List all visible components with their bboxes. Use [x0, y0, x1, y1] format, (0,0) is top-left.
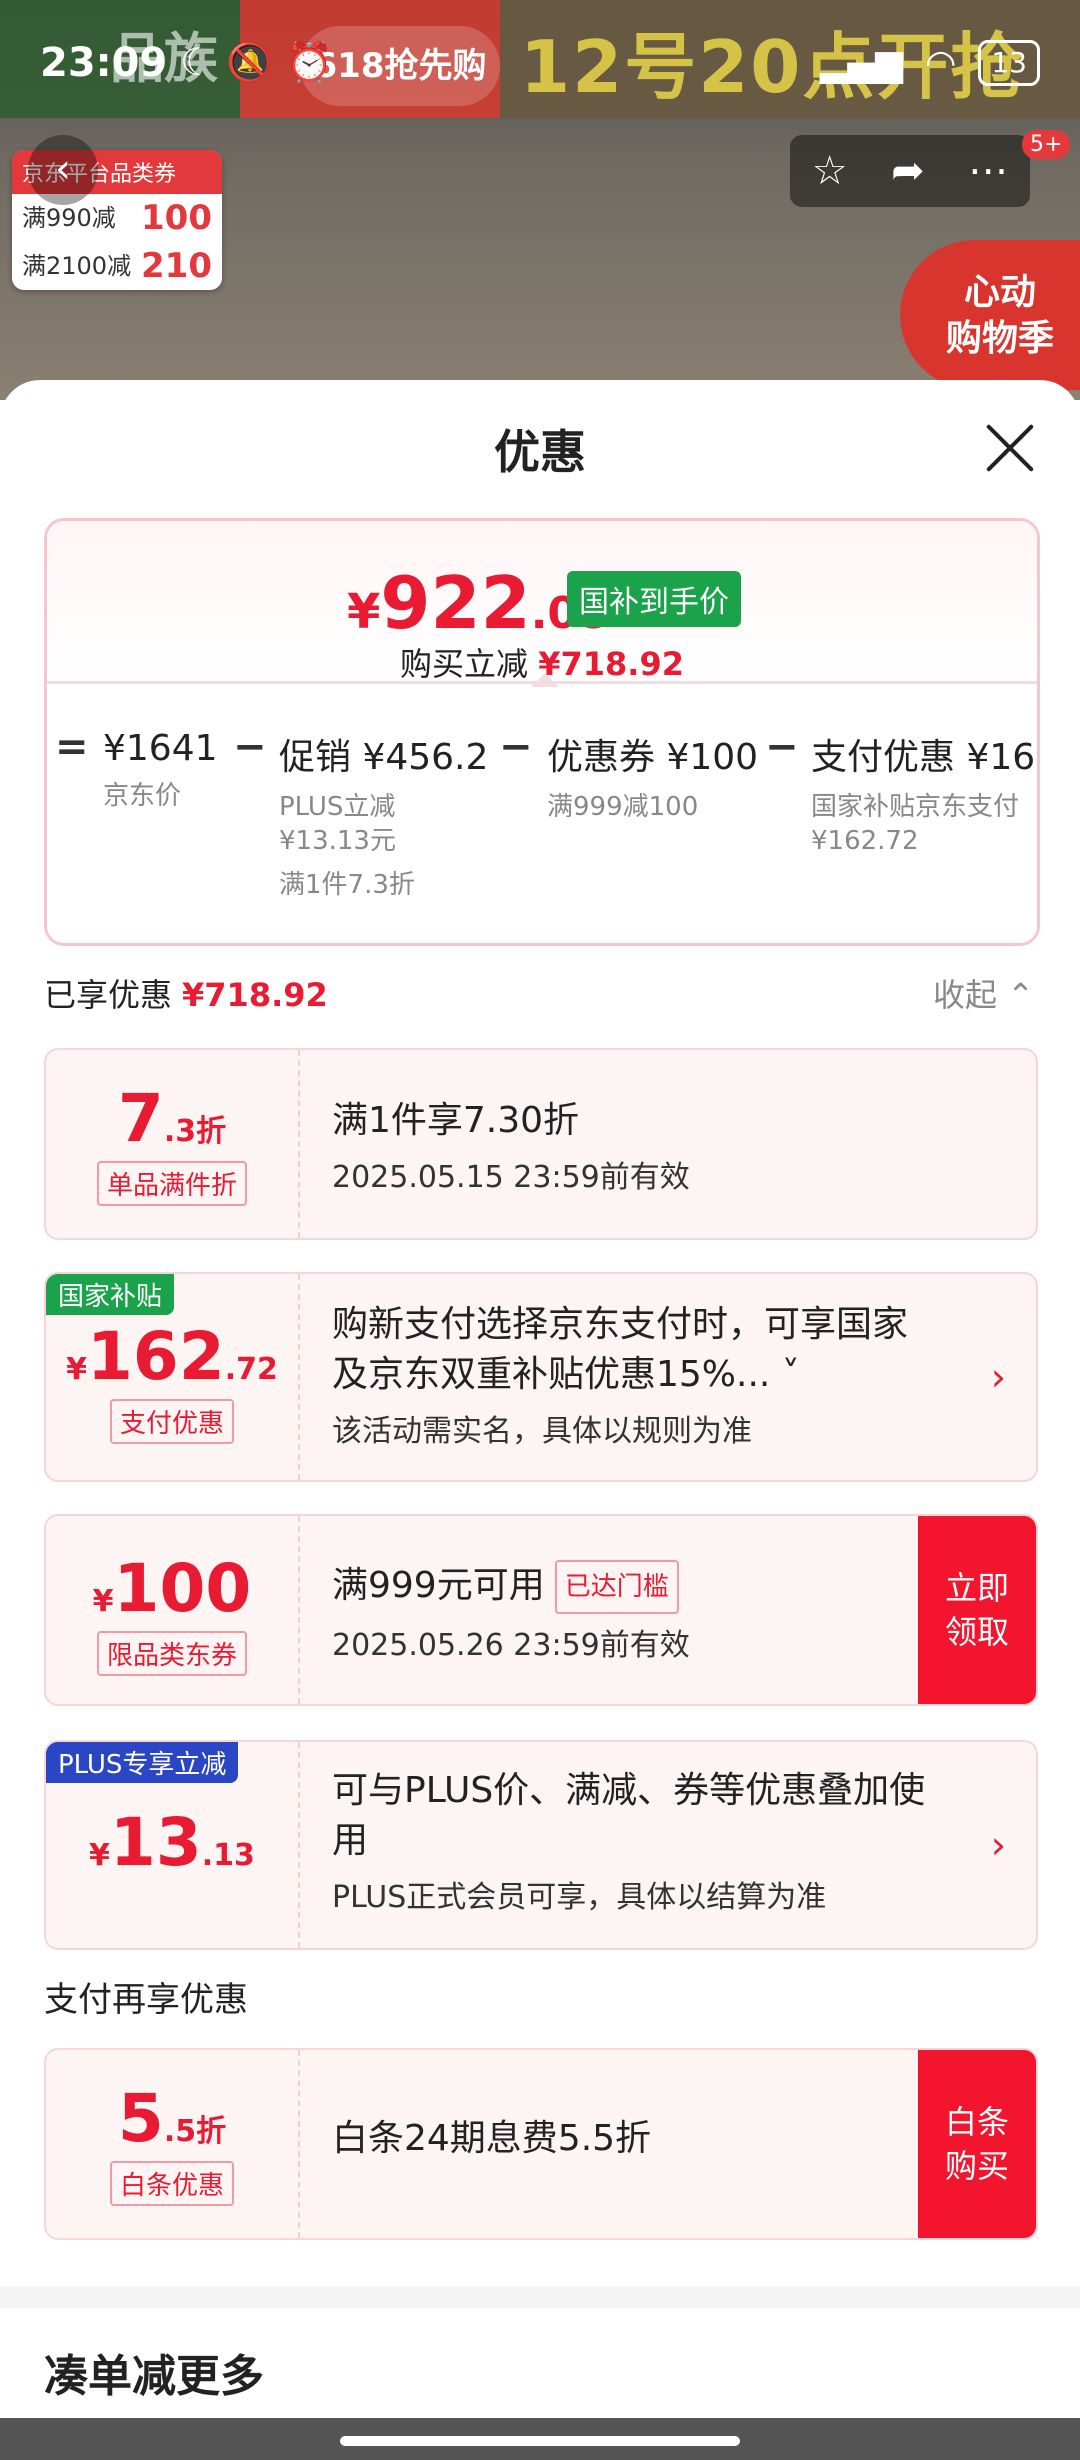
section-divider: [0, 2286, 1080, 2308]
top-actions: ☆ ➦ ⋯: [790, 135, 1030, 207]
breakdown-item: 支付优惠 ¥162 国家补贴京东支付 ¥162.72: [811, 737, 1040, 856]
pay-deal-card: 5.5折 白条优惠 白条24期息费5.5折 白条购买: [44, 2048, 1038, 2240]
deal-card: 7.3折 单品满件折 满1件享7.30折 2025.05.15 23:59前有效: [44, 1048, 1038, 1240]
discount-sheet: 优惠 ¥922.08 国补到手价 购买立减 ¥718.92 = ¥1641 京东…: [0, 380, 1080, 2460]
equals-sign: =: [55, 724, 89, 770]
more-icon[interactable]: ⋯: [968, 148, 1008, 194]
claim-button[interactable]: 立即领取: [918, 1516, 1036, 1704]
back-button[interactable]: ‹: [28, 135, 98, 205]
chevron-right-icon[interactable]: ›: [991, 1742, 1006, 1948]
deal-type-label: 单品满件折: [96, 1161, 247, 1206]
share-icon[interactable]: ➦: [891, 148, 925, 194]
deal-body: 可与PLUS价、满减、券等优惠叠加使用 PLUS正式会员可享，具体以结算为准: [332, 1770, 926, 1915]
coupon-row: 满990减 100: [22, 198, 212, 238]
threshold-pill: 已达门槛: [554, 1560, 679, 1614]
deal-body: 满1件享7.30折 2025.05.15 23:59前有效: [332, 1100, 690, 1195]
minus-sign: −: [499, 724, 533, 770]
coupon-deal-card: ¥100 限品类东券 满999元可用 已达门槛 2025.05.26 23:59前…: [44, 1514, 1038, 1706]
chevron-right-icon[interactable]: ›: [991, 1274, 1006, 1480]
deal-body: 白条24期息费5.5折: [332, 2118, 652, 2159]
price-tag: 国补到手价: [567, 571, 741, 627]
deal-amount-block: 7.3折 单品满件折: [46, 1050, 300, 1238]
deal-amount-block: ¥162.72 支付优惠: [46, 1274, 300, 1480]
sheet-title: 优惠: [494, 425, 586, 479]
deal-type-label: 白条优惠: [109, 2161, 234, 2206]
breakdown-item: 促销 ¥456.2 PLUS立减 ¥13.13元 满1件7.3折: [279, 737, 489, 900]
price-breakdown[interactable]: = ¥1641 京东价 − 促销 ¥456.2 PLUS立减 ¥13.13元 满…: [47, 681, 1040, 943]
deal-card[interactable]: PLUS专享立减 ¥13.13 可与PLUS价、满减、券等优惠叠加使用 PLUS…: [44, 1740, 1038, 1950]
status-time: 23:09: [40, 40, 168, 86]
deal-amount-block: 5.5折 白条优惠: [46, 2050, 300, 2238]
status-bar: 23:09 ☾ 🔕 ⏰ ▂▄▆ ◠ 13: [0, 0, 1080, 130]
signal-icon: ▂▄▆: [819, 42, 903, 84]
minus-sign: −: [233, 724, 267, 770]
star-icon[interactable]: ☆: [812, 148, 848, 194]
deal-type-label: 支付优惠: [109, 1399, 234, 1444]
status-right: ▂▄▆ ◠ 13: [820, 40, 1040, 86]
deal-amount-block: ¥100 限品类东券: [46, 1516, 300, 1704]
close-icon[interactable]: [982, 420, 1038, 476]
promo-badge[interactable]: 心动 购物季: [900, 240, 1080, 390]
wifi-icon: ◠: [924, 42, 957, 84]
breakdown-item: 优惠券 ¥100 满999减100: [547, 737, 759, 822]
minus-sign: −: [765, 724, 799, 770]
home-indicator[interactable]: [340, 2436, 740, 2446]
baitiao-buy-button[interactable]: 白条购买: [918, 2050, 1036, 2238]
deal-body: 满999元可用 已达门槛 2025.05.26 23:59前有效: [332, 1560, 896, 1664]
deal-type-label: 限品类东券: [96, 1631, 247, 1676]
enjoyed-discount-row: 已享优惠 ¥718.92 收起 ⌃: [44, 970, 1034, 1016]
price-card: ¥922.08 国补到手价 购买立减 ¥718.92 = ¥1641 京东价 −…: [44, 518, 1040, 946]
coupon-row: 满2100减 210: [22, 246, 212, 286]
more-discount-title: 凑单减更多: [44, 2351, 264, 2402]
breakdown-item: ¥1641 京东价: [103, 728, 218, 811]
chevron-up-icon: ⌃: [1007, 976, 1034, 1014]
price-summary: ¥922.08 国补到手价 购买立减 ¥718.92: [47, 521, 1037, 687]
deal-amount-block: ¥13.13: [46, 1742, 300, 1948]
deal-card[interactable]: 国家补贴 ¥162.72 支付优惠 购新支付选择京东支付时，可享国家及京东双重补…: [44, 1272, 1038, 1482]
deal-body: 购新支付选择京东支付时，可享国家及京东双重补贴优惠15%... ˅ 该活动需实名…: [332, 1304, 909, 1449]
pay-section-title: 支付再享优惠: [44, 1980, 248, 2020]
status-icons: ☾ 🔕 ⏰: [180, 40, 333, 84]
notification-badge: 5+: [1022, 130, 1071, 159]
battery-icon: 13: [978, 40, 1040, 86]
collapse-toggle[interactable]: 收起 ⌃: [933, 970, 1034, 1016]
